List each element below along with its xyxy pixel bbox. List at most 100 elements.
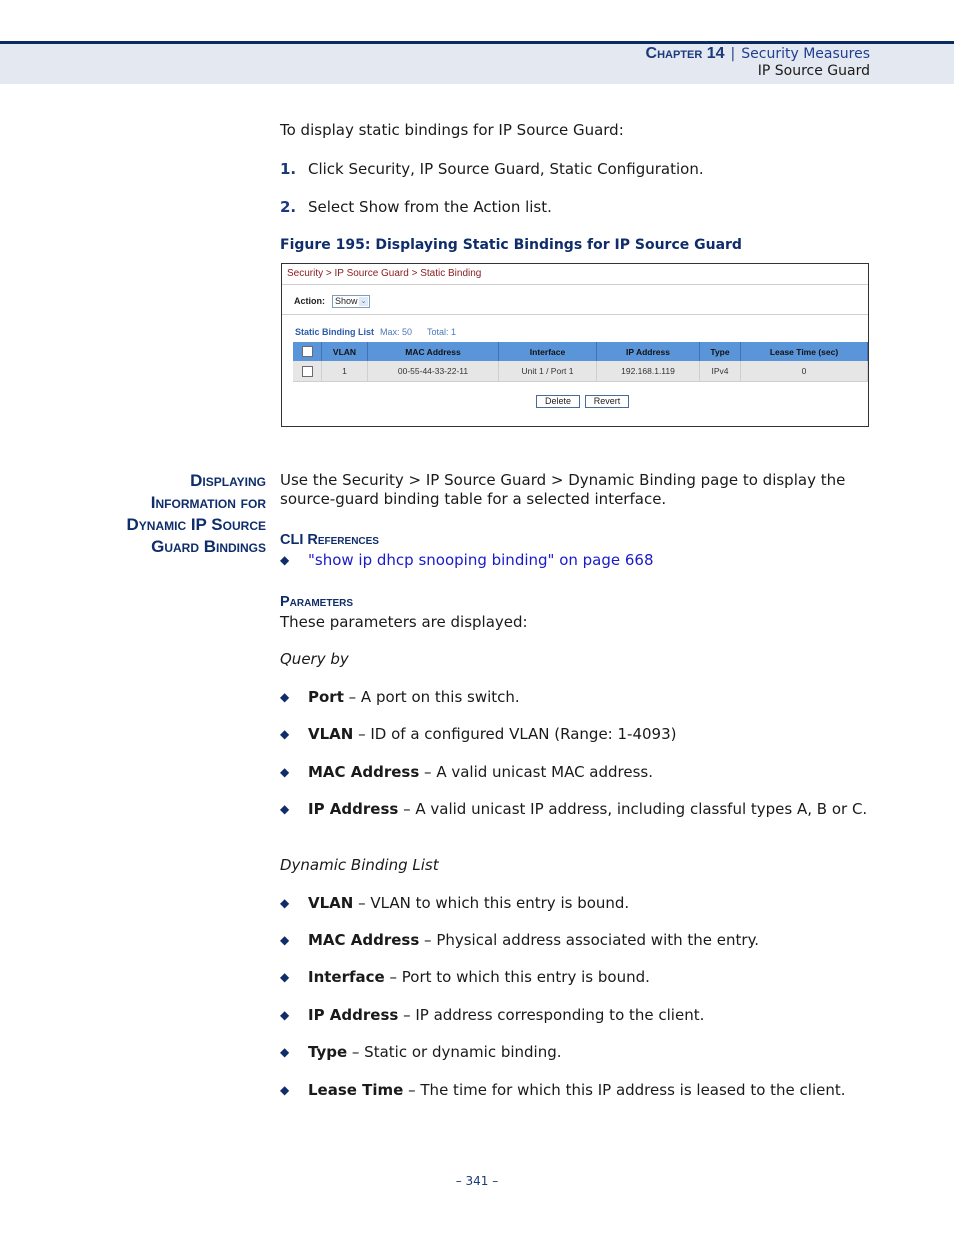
- param-desc: – A port on this switch.: [343, 688, 520, 706]
- param-desc: – IP address corresponding to the client…: [398, 1006, 705, 1024]
- param-item: ◆ VLAN – VLAN to which this entry is boun…: [280, 894, 872, 913]
- column-header[interactable]: Lease Time (sec): [740, 342, 868, 361]
- bullet-icon: ◆: [280, 690, 290, 704]
- param-desc: – A valid unicast MAC address.: [419, 763, 654, 781]
- row-checkbox[interactable]: [301, 365, 313, 377]
- subsection-title: IP Source Guard: [757, 63, 870, 79]
- intro-text: To display static bindings for IP Source…: [280, 121, 624, 139]
- heading-line: Dynamic IP Source: [126, 515, 267, 534]
- table-header-row: VLAN MAC Address Interface IP Address Ty…: [293, 342, 868, 361]
- param-term: Lease Time: [308, 1081, 404, 1099]
- divider: [282, 314, 868, 315]
- param-desc: – VLAN to which this entry is bound.: [353, 894, 630, 912]
- bullet-icon: ◆: [280, 765, 290, 779]
- bullet-icon: ◆: [280, 896, 290, 910]
- list-title: Static Binding List Max: 50 Total: 1: [295, 327, 456, 337]
- static-binding-table: VLAN MAC Address Interface IP Address Ty…: [293, 342, 868, 382]
- column-header[interactable]: Type: [699, 342, 741, 361]
- total-label: Total: 1: [427, 327, 457, 337]
- action-label: Action:: [294, 296, 325, 306]
- bullet-icon: ◆: [280, 1083, 290, 1097]
- param-term: MAC Address: [308, 931, 420, 949]
- param-term: MAC Address: [308, 763, 420, 781]
- param-item: ◆ Type – Static or dynamic binding.: [280, 1043, 872, 1062]
- param-item: ◆ IP Address – A valid unicast IP address…: [280, 800, 872, 819]
- cell-lease: 0: [740, 361, 868, 382]
- step-number: 1.: [280, 160, 297, 178]
- param-item: ◆ Lease Time – The time for which this IP…: [280, 1081, 872, 1100]
- section-intro: Use the Security > IP Source Guard > Dyn…: [280, 471, 846, 508]
- step-2: 2. Select Show from the Action list.: [280, 198, 552, 217]
- param-desc: – The time for which this IP address is …: [403, 1081, 846, 1099]
- page-number: – 341 –: [455, 1174, 499, 1188]
- column-header[interactable]: Interface: [498, 342, 597, 361]
- running-header: Chapter 14 | Security Measures: [646, 45, 870, 63]
- cell-type: IPv4: [699, 361, 741, 382]
- bullet-icon: ◆: [280, 553, 290, 567]
- delete-button[interactable]: Delete: [536, 395, 580, 408]
- bullet-icon: ◆: [280, 727, 290, 741]
- chapter-label: Chapter 14: [645, 45, 725, 62]
- divider: [282, 284, 868, 285]
- param-desc: – Physical address associated with the e…: [419, 931, 760, 949]
- param-item: ◆ VLAN – ID of a configured VLAN (Range: …: [280, 725, 872, 744]
- heading-line: Information for: [150, 493, 266, 512]
- cell-ip: 192.168.1.119: [596, 361, 700, 382]
- table-row: 1 00-55-44-33-22-11 Unit 1 / Port 1 192.…: [293, 361, 868, 382]
- cell-interface: Unit 1 / Port 1: [498, 361, 597, 382]
- param-term: IP Address: [308, 1006, 399, 1024]
- param-item: ◆ Interface – Port to which this entry is…: [280, 968, 872, 987]
- param-desc: – ID of a configured VLAN (Range: 1-4093…: [353, 725, 677, 743]
- param-term: Type: [308, 1043, 348, 1061]
- column-header[interactable]: MAC Address: [367, 342, 499, 361]
- bullet-icon: ◆: [280, 1008, 290, 1022]
- param-term: Interface: [308, 968, 385, 986]
- max-label: Max: 50: [380, 327, 413, 337]
- list-title-text: Static Binding List: [295, 327, 375, 337]
- parameters-intro: These parameters are displayed:: [280, 613, 528, 631]
- param-item: ◆ Port – A port on this switch.: [280, 688, 872, 707]
- query-by-label: Query by: [280, 650, 349, 668]
- revert-button[interactable]: Revert: [585, 395, 629, 408]
- bullet-icon: ◆: [280, 970, 290, 984]
- param-desc: – Port to which this entry is bound.: [384, 968, 650, 986]
- step-text: Click Security, IP Source Guard, Static …: [308, 160, 704, 178]
- figure-caption: Figure 195: Displaying Static Bindings f…: [280, 237, 742, 253]
- bullet-icon: ◆: [280, 1045, 290, 1059]
- heading-line: Displaying: [190, 471, 266, 490]
- param-item: ◆ MAC Address – A valid unicast MAC addre…: [280, 763, 872, 782]
- param-desc: – A valid unicast IP address, including …: [398, 800, 868, 818]
- param-desc: – Static or dynamic binding.: [347, 1043, 562, 1061]
- header-separator: |: [730, 46, 736, 62]
- dynamic-binding-list-label: Dynamic Binding List: [280, 856, 439, 874]
- section-title: Security Measures: [741, 46, 870, 62]
- param-term: IP Address: [308, 800, 399, 818]
- chevron-down-icon: ⌄: [359, 297, 368, 306]
- bullet-icon: ◆: [280, 933, 290, 947]
- figure-screenshot: Security > IP Source Guard > Static Bind…: [281, 263, 869, 427]
- column-header[interactable]: VLAN: [321, 342, 368, 361]
- screenshot-breadcrumb: Security > IP Source Guard > Static Bind…: [287, 268, 482, 279]
- param-item: ◆ IP Address – IP address corresponding t…: [280, 1006, 872, 1025]
- step-number: 2.: [280, 198, 297, 216]
- section-heading: Displaying Information for Dynamic IP So…: [127, 470, 267, 558]
- action-select[interactable]: Show ⌄: [332, 295, 370, 308]
- cli-reference-link[interactable]: "show ip dhcp snooping binding" on page …: [308, 551, 872, 570]
- column-header[interactable]: IP Address: [596, 342, 700, 361]
- row-select-cell[interactable]: [293, 361, 322, 382]
- select-all-checkbox[interactable]: [301, 346, 313, 358]
- cell-mac: 00-55-44-33-22-11: [367, 361, 499, 382]
- step-text: Select Show from the Action list.: [308, 198, 552, 216]
- bullet-icon: ◆: [280, 802, 290, 816]
- step-1: 1. Click Security, IP Source Guard, Stati…: [280, 160, 704, 179]
- parameters-heading: Parameters: [280, 594, 354, 610]
- select-all-header[interactable]: [293, 342, 322, 361]
- heading-line: Guard Bindings: [151, 537, 266, 556]
- param-term: VLAN: [308, 725, 354, 743]
- param-item: ◆ MAC Address – Physical address associat…: [280, 931, 872, 950]
- cell-vlan: 1: [321, 361, 368, 382]
- param-term: Port: [308, 688, 344, 706]
- action-value: Show: [335, 296, 358, 306]
- cli-reference-item: ◆ "show ip dhcp snooping binding" on page…: [280, 551, 872, 570]
- cli-references-heading: CLI References: [280, 532, 379, 548]
